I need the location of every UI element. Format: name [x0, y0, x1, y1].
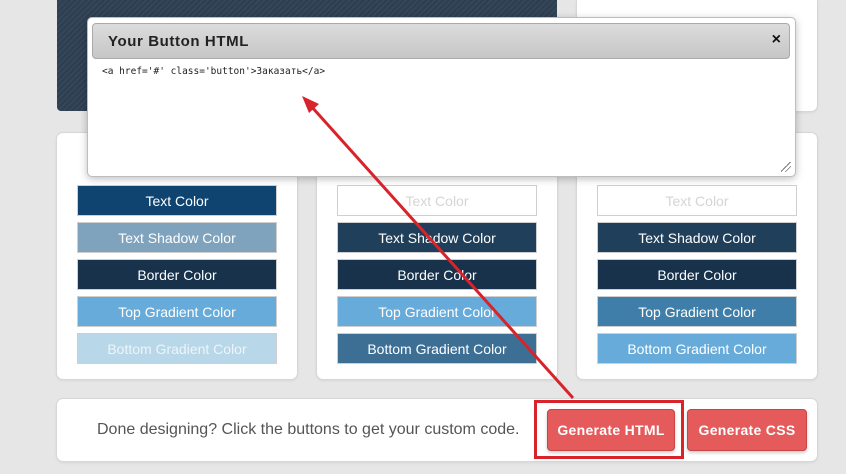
border-color-button[interactable]: Border Color — [77, 259, 277, 290]
generate-instructions: Done designing? Click the buttons to get… — [97, 421, 520, 438]
dialog-title: Your Button HTML — [108, 33, 249, 50]
highlight-annotation-box — [534, 400, 684, 459]
text-color-button[interactable]: Text Color — [77, 185, 277, 216]
top-gradient-color-button[interactable]: Top Gradient Color — [597, 296, 797, 327]
top-gradient-color-button[interactable]: Top Gradient Color — [77, 296, 277, 327]
html-code-textarea[interactable]: <a href='#' class='button'>Заказать</a> — [92, 62, 791, 172]
bottom-gradient-color-button[interactable]: Bottom Gradient Color — [597, 333, 797, 364]
resize-handle-icon[interactable] — [781, 162, 791, 172]
generate-code-bar: Done designing? Click the buttons to get… — [57, 399, 817, 461]
button-html-dialog: Your Button HTML × <a href='#' class='bu… — [87, 17, 796, 177]
text-shadow-color-button[interactable]: Text Shadow Color — [597, 222, 797, 253]
text-shadow-color-button[interactable]: Text Shadow Color — [337, 222, 537, 253]
bottom-gradient-color-button[interactable]: Bottom Gradient Color — [337, 333, 537, 364]
text-color-button[interactable]: Text Color — [597, 185, 797, 216]
dialog-header: Your Button HTML × — [92, 23, 790, 59]
border-color-button[interactable]: Border Color — [337, 259, 537, 290]
generate-css-button[interactable]: Generate CSS — [687, 409, 807, 451]
text-shadow-color-button[interactable]: Text Shadow Color — [77, 222, 277, 253]
close-icon[interactable]: × — [772, 31, 781, 49]
text-color-button[interactable]: Text Color — [337, 185, 537, 216]
top-gradient-color-button[interactable]: Top Gradient Color — [337, 296, 537, 327]
border-color-button[interactable]: Border Color — [597, 259, 797, 290]
bottom-gradient-color-button[interactable]: Bottom Gradient Color — [77, 333, 277, 364]
